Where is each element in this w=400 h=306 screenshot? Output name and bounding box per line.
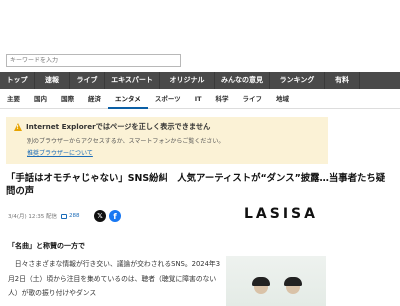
comment-icon xyxy=(61,213,67,219)
article-subheading: 「名曲」と称賛の一方で xyxy=(8,242,85,250)
category-tab-life[interactable]: ライフ xyxy=(236,89,270,109)
article-date: 3/4(月) 12:35 配信 xyxy=(8,214,57,220)
nav-item-paid[interactable]: 有料 xyxy=(325,72,360,89)
facebook-logo-icon: f xyxy=(113,212,117,221)
nav-item-ranking[interactable]: ランキング xyxy=(270,72,325,89)
recommended-browser-link[interactable]: 推奨ブラウザーについて xyxy=(27,148,328,157)
article-meta: 3/4(月) 12:35 配信 288 xyxy=(8,212,80,220)
person-figure xyxy=(252,277,270,294)
article-photo[interactable] xyxy=(226,256,326,306)
article-headline: 「手話はオモチャじゃない」SNS紛糾 人気アーティストが“ダンス”披露…当事者た… xyxy=(6,173,386,197)
category-tab-science[interactable]: 科学 xyxy=(209,89,236,109)
article-body: 日々さまざまな情報が行き交い、議論が交わされるSNS。2024年3月2日（土）頃… xyxy=(8,260,221,297)
header-top-area xyxy=(0,0,400,46)
category-tab-domestic[interactable]: 国内 xyxy=(27,89,54,109)
category-tab-local[interactable]: 地域 xyxy=(269,89,296,109)
warning-icon xyxy=(14,123,22,131)
category-tab-it[interactable]: IT xyxy=(188,89,209,109)
share-facebook-button[interactable]: f xyxy=(109,210,121,222)
nav-item-expert[interactable]: エキスパート xyxy=(105,72,160,89)
person-figure xyxy=(284,277,302,294)
comment-count-link[interactable]: 288 xyxy=(61,213,80,219)
browser-warning-banner: Internet Explorerではページを正しく表示できません 別のブラウザ… xyxy=(6,117,328,164)
browser-warning-title-text: Internet Explorerではページを正しく表示できません xyxy=(26,122,211,131)
comment-count: 288 xyxy=(69,213,80,219)
browser-warning-title: Internet Explorerではページを正しく表示できません xyxy=(14,122,328,132)
category-tab-main[interactable]: 主要 xyxy=(0,89,27,109)
category-tab-international[interactable]: 国際 xyxy=(54,89,81,109)
category-tab-sports[interactable]: スポーツ xyxy=(148,89,188,109)
browser-warning-body: 別のブラウザーからアクセスするか、スマートフォンからご覧ください。 xyxy=(27,138,225,145)
nav-item-opinion[interactable]: みんなの意見 xyxy=(215,72,270,89)
nav-item-top[interactable]: トップ xyxy=(0,72,35,89)
category-tab-economy[interactable]: 経済 xyxy=(81,89,108,109)
search-input[interactable] xyxy=(10,57,170,64)
category-nav: 主要 国内 国際 経済 エンタメ スポーツ IT 科学 ライフ 地域 xyxy=(0,89,400,109)
nav-item-live[interactable]: ライブ xyxy=(70,72,105,89)
nav-item-original[interactable]: オリジナル xyxy=(160,72,215,89)
category-tab-entertainment[interactable]: エンタメ xyxy=(108,89,148,109)
publisher-logo[interactable]: LASISA xyxy=(244,206,318,222)
nav-item-breaking[interactable]: 速報 xyxy=(35,72,70,89)
primary-nav: トップ 速報 ライブ エキスパート オリジナル みんなの意見 ランキング 有料 xyxy=(0,72,400,89)
share-x-button[interactable]: 𝕏 xyxy=(94,210,106,222)
search-box[interactable] xyxy=(6,54,181,67)
x-logo-icon: 𝕏 xyxy=(97,212,103,220)
